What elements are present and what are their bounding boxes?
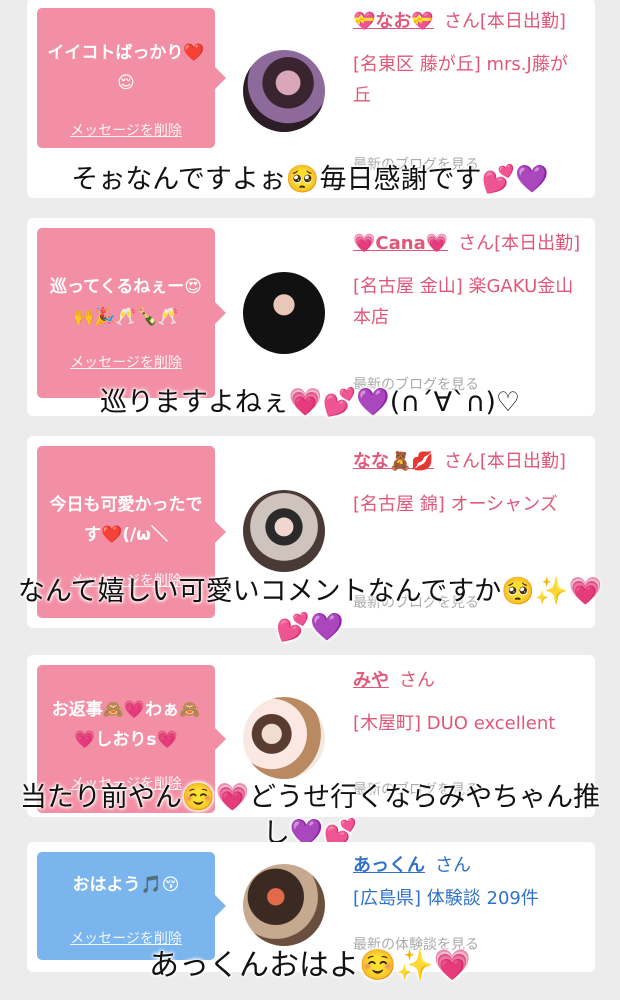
shop-location[interactable]: [名古屋 金山] 楽GAKU金山本店 [353,271,583,333]
profile-info: みや さん [木屋町] DUO excellent [353,665,583,739]
honorific-status: さん [435,855,471,876]
avatar[interactable] [243,864,325,946]
profile-info: 💗Cana💗 さん[本日出勤] [名古屋 金山] 楽GAKU金山本店 [353,228,583,333]
honorific-status: さん[本日出勤] [443,11,566,32]
message-bubble: 巡ってくるねぇー😍🙌🎉🥂🍾🥂 メッセージを削除 [37,228,226,398]
message-text: イイコトばっかり❤️😌 [47,43,205,93]
profile-name-link[interactable]: 💗Cana💗 [353,233,448,254]
profile-name-link[interactable]: なな🧸💋 [353,451,434,472]
message-text: 今日も可愛かったです❤️(/ω＼ [49,495,203,545]
profile-name-link[interactable]: 💝なお💝 [353,11,434,32]
avatar[interactable] [243,697,325,779]
honorific-status: さん[本日出勤] [443,451,566,472]
profile-info: あっくん さん [広島県] 体験談 209件 [353,850,583,914]
message-text: お返事🙈💗わぁ🙈💗しおりs💗 [51,700,201,750]
shop-location[interactable]: [名東区 藤が丘] mrs.J藤が丘 [353,49,583,111]
reply-comment: あっくんおはよ☺️✨💗 [148,948,472,983]
message-bubble: イイコトばっかり❤️😌 メッセージを削除 [37,8,226,148]
reply-comment: そぉなんですよぉ🥺毎日感謝です💕💜 [71,164,549,195]
profile-name-link[interactable]: あっくん [353,855,425,876]
profile-name-link[interactable]: みや [353,670,389,691]
honorific-status: さん[本日出勤] [458,233,581,254]
avatar[interactable] [243,272,325,354]
delete-message-link[interactable]: メッセージを削除 [37,352,215,372]
delete-message-link[interactable]: メッセージを削除 [37,120,215,140]
shop-location[interactable]: [名古屋 錦] オーシャンズ [353,489,583,520]
avatar[interactable] [243,50,325,132]
shop-location[interactable]: [木屋町] DUO excellent [353,708,583,739]
message-text: 巡ってくるねぇー😍🙌🎉🥂🍾🥂 [49,277,203,327]
honorific-status: さん [399,670,435,691]
profile-info: なな🧸💋 さん[本日出勤] [名古屋 錦] オーシャンズ [353,446,583,520]
message-text: おはよう🎵😚 [72,875,180,895]
report-location[interactable]: [広島県] 体験談 209件 [353,883,583,914]
delete-message-link[interactable]: メッセージを削除 [37,928,215,948]
profile-info: 💝なお💝 さん[本日出勤] [名東区 藤が丘] mrs.J藤が丘 [353,6,583,111]
reply-comment: 巡りますよねぇ💗💕💜(∩´∀`∩)♡ [99,387,521,418]
avatar[interactable] [243,490,325,572]
message-bubble: おはよう🎵😚 メッセージを削除 [37,852,226,960]
reply-comment: なんて嬉しい可愛いコメントなんですか🥺✨💗💕💜 [17,576,603,643]
